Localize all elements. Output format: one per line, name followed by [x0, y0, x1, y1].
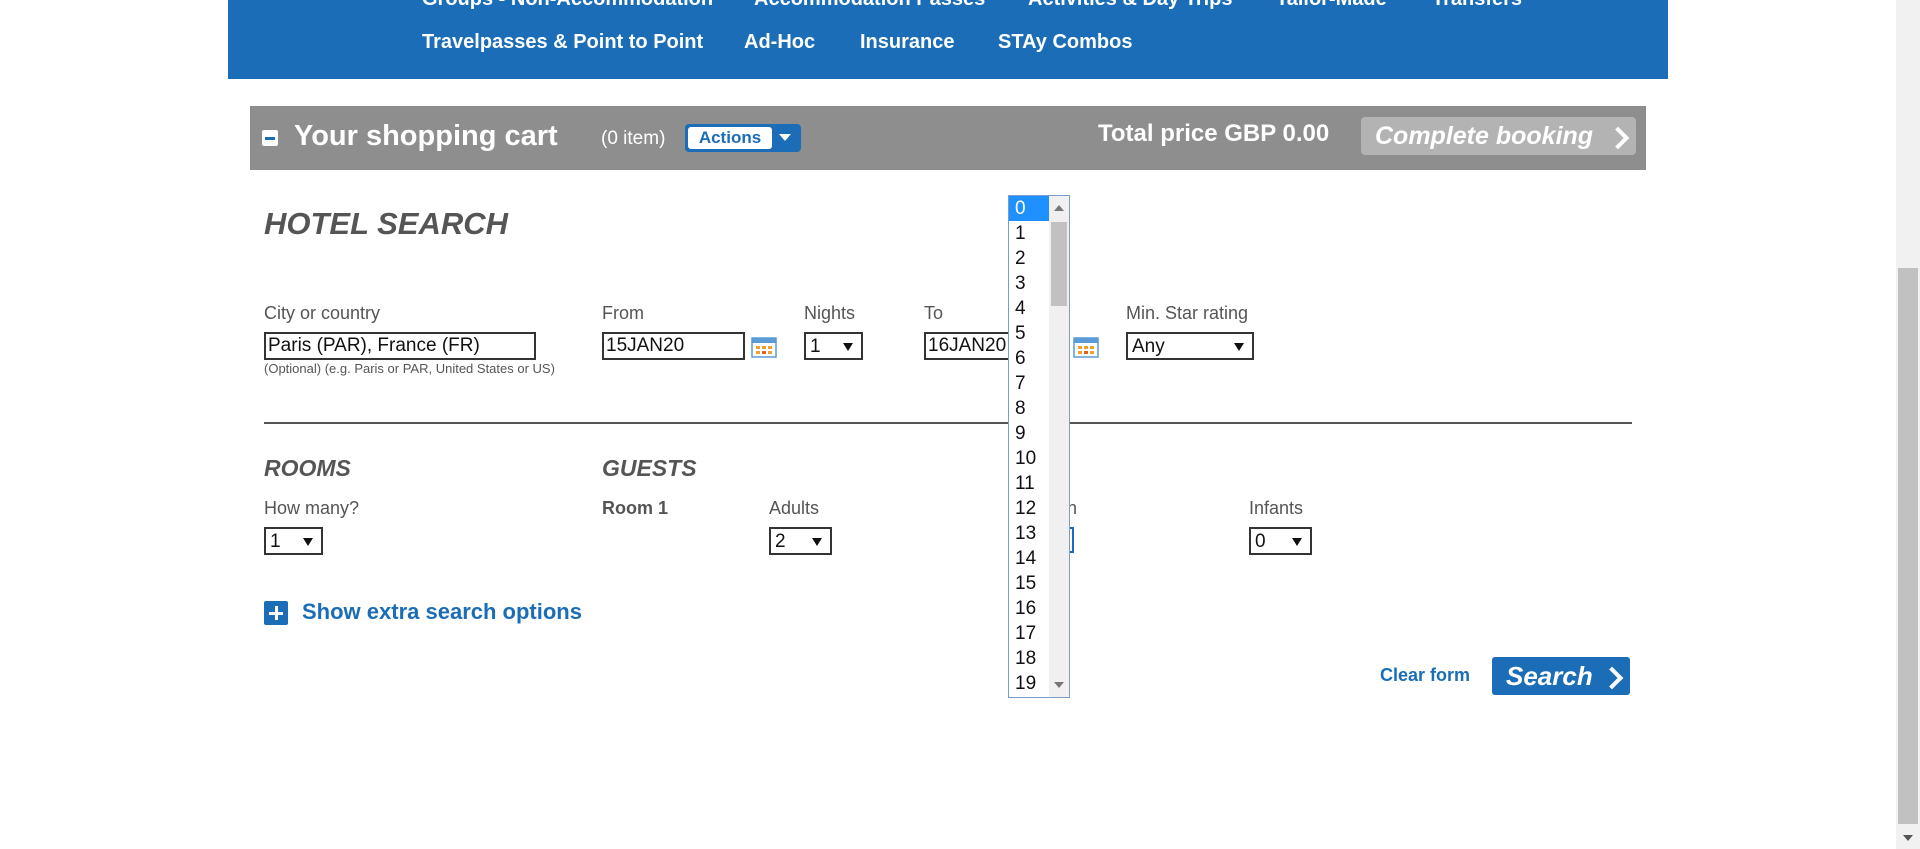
- page-title: HOTEL SEARCH: [264, 206, 509, 241]
- dropdown-option[interactable]: 19: [1009, 671, 1049, 696]
- shopping-cart-bar: Your shopping cart (0 item) Actions Tota…: [250, 106, 1646, 170]
- clear-form-link[interactable]: Clear form: [1380, 665, 1470, 686]
- dropdown-option[interactable]: 8: [1009, 396, 1049, 421]
- dropdown-option[interactable]: 0: [1009, 196, 1049, 221]
- dropdown-option[interactable]: 2: [1009, 246, 1049, 271]
- caret-down-icon: [1234, 343, 1244, 351]
- children-dropdown-list[interactable]: 0 1 2 3 4 5 6 7 8 9 10 11 12 13 14 15 16 17 18 19: [1008, 195, 1070, 698]
- caret-down-icon: [812, 538, 822, 546]
- total-price: Total price GBP 0.00: [1098, 120, 1330, 147]
- dropdown-option[interactable]: 7: [1009, 371, 1049, 396]
- page-scrollbar[interactable]: [1896, 0, 1920, 849]
- dropdown-option[interactable]: 4: [1009, 296, 1049, 321]
- rooms-how-many-label: How many?: [264, 498, 360, 518]
- dropdown-option[interactable]: 3: [1009, 271, 1049, 296]
- city-input[interactable]: [264, 332, 536, 360]
- dropdown-option[interactable]: 12: [1009, 496, 1049, 521]
- scroll-down-arrow-icon[interactable]: [1903, 835, 1913, 841]
- dropdown-option[interactable]: 6: [1009, 346, 1049, 371]
- star-rating-label: Min. Star rating: [1126, 303, 1249, 323]
- dropdown-option[interactable]: 11: [1009, 471, 1049, 496]
- nights-label: Nights: [804, 303, 856, 323]
- scroll-down-arrow-icon[interactable]: [1054, 682, 1064, 688]
- dropdown-option[interactable]: 10: [1009, 446, 1049, 471]
- dropdown-option[interactable]: 16: [1009, 596, 1049, 621]
- from-label: From: [602, 303, 644, 323]
- actions-label: Actions: [688, 127, 772, 149]
- complete-booking-label: Complete booking: [1375, 122, 1594, 150]
- chevron-right-icon: [1600, 666, 1624, 690]
- caret-down-icon: [303, 538, 313, 546]
- nav-stay-combos[interactable]: STAy Combos: [998, 31, 1132, 54]
- nights-select[interactable]: 1: [804, 332, 863, 360]
- rooms-title: ROOMS: [264, 455, 351, 481]
- search-label: Search: [1506, 661, 1593, 691]
- nav-transfers[interactable]: Transfers: [1432, 0, 1522, 11]
- chevron-right-icon: [1606, 126, 1630, 150]
- caret-down-icon: [1292, 538, 1302, 546]
- dropdown-option[interactable]: 18: [1009, 646, 1049, 671]
- star-rating-value: Any: [1132, 336, 1165, 357]
- nav-groups-non-accommodation[interactable]: Groups - Non-Accommodation: [422, 0, 713, 11]
- nav-activities-day-trips[interactable]: Activities & Day Trips: [1028, 0, 1233, 11]
- guests-title: GUESTS: [602, 455, 697, 481]
- caret-down-icon: [843, 343, 853, 351]
- city-hint: (Optional) (e.g. Paris or PAR, United St…: [264, 361, 555, 376]
- dropdown-option[interactable]: 15: [1009, 571, 1049, 596]
- rooms-count-select[interactable]: 1: [264, 527, 323, 555]
- complete-booking-button[interactable]: Complete booking: [1361, 117, 1636, 155]
- calendar-icon[interactable]: [751, 336, 777, 358]
- search-button[interactable]: Search: [1492, 657, 1630, 695]
- from-date-input[interactable]: [602, 332, 745, 360]
- city-label: City or country: [264, 303, 381, 323]
- show-extra-search-options-link[interactable]: Show extra search options: [302, 599, 582, 625]
- top-nav-bar: Groups - Non-Accommodation Accommodation…: [228, 0, 1668, 79]
- rooms-count-value: 1: [270, 531, 281, 552]
- adults-select[interactable]: 2: [769, 527, 832, 555]
- section-divider: [264, 422, 1632, 424]
- dropdown-scroll-thumb[interactable]: [1051, 222, 1067, 306]
- infants-value: 0: [1255, 531, 1266, 552]
- actions-dropdown-button[interactable]: Actions: [685, 124, 801, 152]
- nav-tailor-made[interactable]: Tailor-Made: [1276, 0, 1387, 11]
- dropdown-option[interactable]: 1: [1009, 221, 1049, 246]
- dropdown-scrollbar[interactable]: [1049, 196, 1069, 697]
- caret-down-icon: [779, 134, 791, 141]
- star-rating-select[interactable]: Any: [1126, 332, 1254, 360]
- expand-plus-icon[interactable]: [264, 601, 288, 625]
- dropdown-option[interactable]: 5: [1009, 321, 1049, 346]
- nav-ad-hoc[interactable]: Ad-Hoc: [744, 31, 815, 54]
- dropdown-option[interactable]: 13: [1009, 521, 1049, 546]
- scroll-up-arrow-icon[interactable]: [1054, 205, 1064, 211]
- to-label: To: [924, 303, 944, 323]
- dropdown-option[interactable]: 17: [1009, 621, 1049, 646]
- cart-title: Your shopping cart: [294, 120, 558, 152]
- cart-item-count: (0 item): [601, 128, 666, 149]
- infants-select[interactable]: 0: [1249, 527, 1312, 555]
- adults-value: 2: [775, 531, 786, 552]
- room-1-label: Room 1: [602, 498, 669, 518]
- infants-label: Infants: [1249, 498, 1304, 518]
- nav-insurance[interactable]: Insurance: [860, 31, 954, 54]
- dropdown-option[interactable]: 9: [1009, 421, 1049, 446]
- nav-accommodation-passes[interactable]: Accommodation Passes: [754, 0, 985, 11]
- adults-label: Adults: [769, 498, 820, 518]
- dropdown-option[interactable]: 14: [1009, 546, 1049, 571]
- collapse-icon[interactable]: [262, 130, 278, 146]
- page-scroll-thumb[interactable]: [1898, 268, 1918, 824]
- nav-travelpasses[interactable]: Travelpasses & Point to Point: [422, 31, 703, 54]
- nights-value: 1: [810, 336, 821, 357]
- calendar-icon[interactable]: [1073, 336, 1099, 358]
